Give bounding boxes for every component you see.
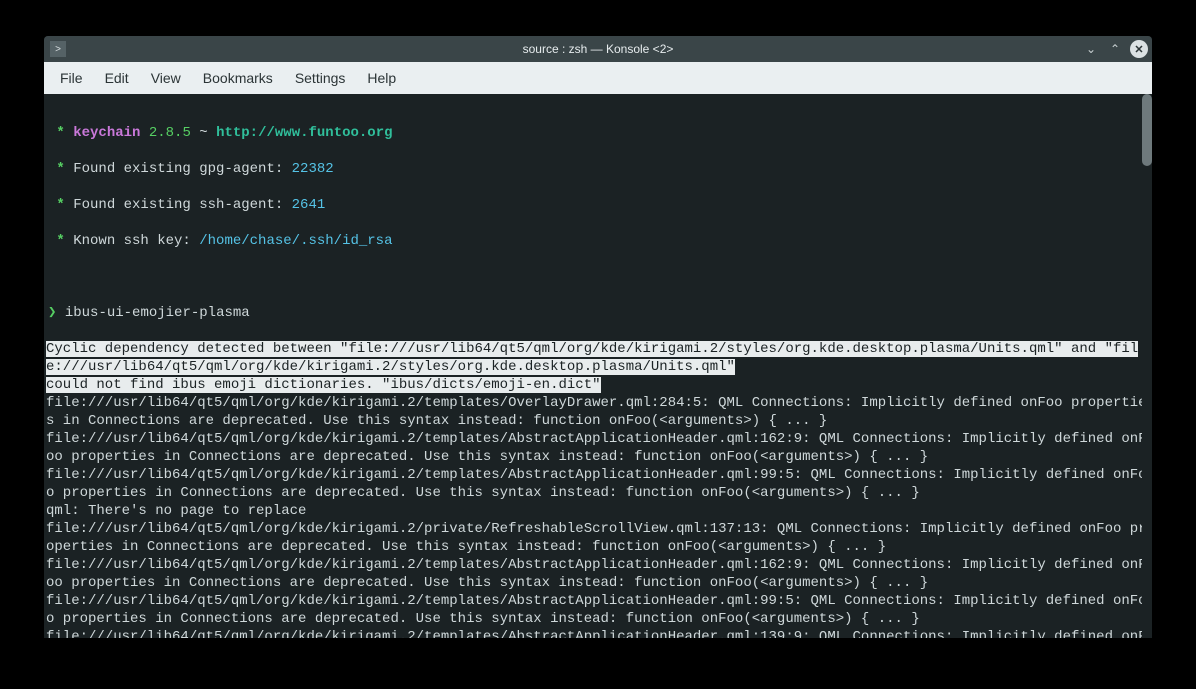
terminal-selection[interactable]: Cyclic dependency detected between "file… bbox=[46, 341, 1138, 393]
known-key-text: Known ssh key: bbox=[73, 233, 199, 249]
menu-help[interactable]: Help bbox=[357, 66, 406, 90]
maximize-button[interactable]: ⌃ bbox=[1106, 40, 1124, 58]
titlebar[interactable]: > source : zsh — Konsole <2> ⌄ ⌃ ✕ bbox=[44, 36, 1152, 62]
ssh-agent-text: Found existing ssh-agent: bbox=[73, 197, 291, 213]
app-icon: > bbox=[50, 41, 66, 57]
window-controls: ⌄ ⌃ ✕ bbox=[1082, 40, 1148, 58]
terminal-output: file:///usr/lib64/qt5/qml/org/kde/kiriga… bbox=[46, 395, 1147, 638]
menu-view[interactable]: View bbox=[141, 66, 191, 90]
app-icon-glyph: > bbox=[55, 44, 61, 55]
close-icon: ✕ bbox=[1134, 43, 1143, 56]
menu-bookmarks[interactable]: Bookmarks bbox=[193, 66, 283, 90]
blank-line bbox=[46, 268, 1150, 286]
chevron-up-icon: ⌃ bbox=[1110, 42, 1120, 56]
tilde: ~ bbox=[199, 125, 207, 141]
keychain-version: 2.8.5 bbox=[149, 125, 191, 141]
gpg-agent-line: * Found existing gpg-agent: 22382 bbox=[46, 160, 1150, 178]
keychain-banner-line: * keychain 2.8.5 ~ http://www.funtoo.org bbox=[46, 124, 1150, 142]
terminal-content[interactable]: * keychain 2.8.5 ~ http://www.funtoo.org… bbox=[44, 106, 1152, 638]
scrollbar-track[interactable] bbox=[1142, 94, 1152, 638]
bullet-star: * bbox=[56, 233, 64, 249]
bullet-star: * bbox=[56, 125, 64, 141]
menu-settings[interactable]: Settings bbox=[285, 66, 356, 90]
command-text: ibus-ui-emojier-plasma bbox=[65, 305, 250, 321]
terminal-viewport[interactable]: * keychain 2.8.5 ~ http://www.funtoo.org… bbox=[44, 94, 1152, 638]
chevron-down-icon: ⌄ bbox=[1086, 42, 1096, 56]
menu-edit[interactable]: Edit bbox=[95, 66, 139, 90]
scrollbar-thumb[interactable] bbox=[1142, 94, 1152, 166]
window-title: source : zsh — Konsole <2> bbox=[523, 42, 674, 56]
prompt-glyph: ❯ bbox=[48, 305, 56, 321]
gpg-agent-pid: 22382 bbox=[292, 161, 334, 177]
bullet-star: * bbox=[56, 161, 64, 177]
keychain-url: http://www.funtoo.org bbox=[216, 125, 392, 141]
ssh-agent-line: * Found existing ssh-agent: 2641 bbox=[46, 196, 1150, 214]
known-key-path: /home/chase/.ssh/id_rsa bbox=[199, 233, 392, 249]
keychain-label: keychain bbox=[73, 125, 140, 141]
gpg-agent-text: Found existing gpg-agent: bbox=[73, 161, 291, 177]
close-button[interactable]: ✕ bbox=[1130, 40, 1148, 58]
minimize-button[interactable]: ⌄ bbox=[1082, 40, 1100, 58]
bullet-star: * bbox=[56, 197, 64, 213]
known-key-line: * Known ssh key: /home/chase/.ssh/id_rsa bbox=[46, 232, 1150, 250]
konsole-window: > source : zsh — Konsole <2> ⌄ ⌃ ✕ File … bbox=[44, 36, 1152, 638]
menubar: File Edit View Bookmarks Settings Help bbox=[44, 62, 1152, 94]
menu-file[interactable]: File bbox=[50, 66, 93, 90]
ssh-agent-pid: 2641 bbox=[292, 197, 326, 213]
prompt-line: ❯ ibus-ui-emojier-plasma bbox=[46, 304, 1150, 322]
